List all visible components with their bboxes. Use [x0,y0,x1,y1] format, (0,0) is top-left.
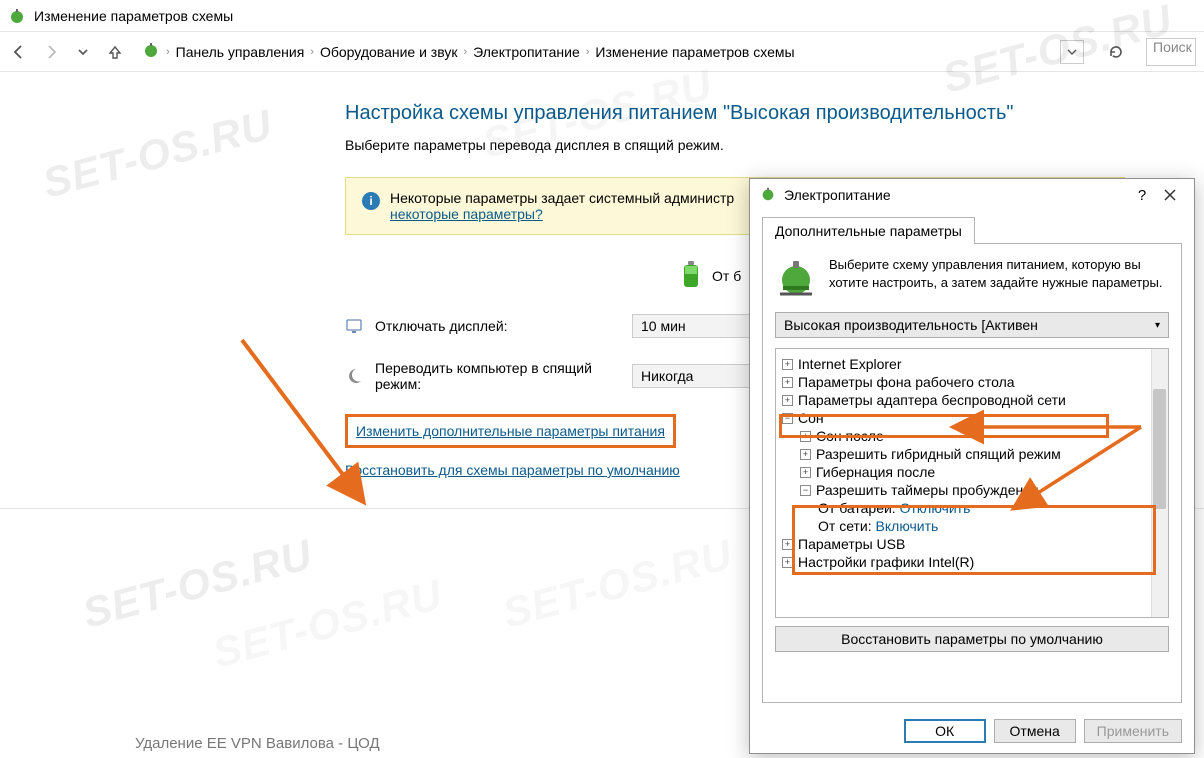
chevron-right-icon: › [310,46,314,58]
dialog-description: Выберите схему управления питанием, кото… [829,256,1169,298]
watermark: SET-OS.RU [78,530,318,637]
chevron-right-icon: › [463,46,467,58]
tab-panel: Выберите схему управления питанием, кото… [762,243,1182,703]
crumb-control-panel[interactable]: Панель управления [176,44,305,60]
tree-item-wake-ac[interactable]: От сети: Включить [776,517,1168,535]
crumb-hardware-sound[interactable]: Оборудование и звук [320,44,458,60]
sleep-label: Переводить компьютер в спящий режим: [375,360,620,392]
search-input[interactable]: Поиск [1146,38,1196,66]
nav-back-button[interactable] [8,41,30,63]
tab-strip: Дополнительные параметры [762,217,1182,244]
search-placeholder: Поиск [1153,39,1192,55]
chevron-right-icon: › [166,46,170,58]
wake-ac-value[interactable]: Включить [876,518,939,534]
expand-icon[interactable]: + [782,395,793,406]
battery-icon [680,259,702,292]
tree-item-hibernate-after[interactable]: +Гибернация после [776,463,1168,481]
dialog-title: Электропитание [784,187,891,203]
tree-item-hybrid-sleep[interactable]: +Разрешить гибридный спящий режим [776,445,1168,463]
apply-button[interactable]: Применить [1084,719,1182,743]
watermark: SET-OS.RU [498,530,738,637]
crumb-edit-plan[interactable]: Изменение параметров схемы [595,44,794,60]
crumb-power-options[interactable]: Электропитание [473,44,580,60]
tree-item-sleep[interactable]: −Сон [776,409,1168,427]
tree-item-wake-timers[interactable]: −Разрешить таймеры пробуждения [776,481,1168,499]
bottom-stray-text: Удаление EE VPN Вавилова - ЦОД [135,735,380,752]
expand-icon[interactable]: + [800,431,811,442]
on-battery-label: От б [712,268,741,284]
expand-icon[interactable]: + [782,377,793,388]
power-plan-value: Высокая производительность [Активен [784,317,1038,333]
restore-defaults-link[interactable]: Восстановить для схемы параметры по умол… [345,462,680,478]
expand-icon[interactable]: + [782,557,793,568]
info-icon: i [362,192,380,210]
tree-scrollbar[interactable] [1151,349,1168,617]
sleep-select[interactable]: Никогда [632,364,752,388]
monitor-icon [345,317,363,335]
page-subtitle: Выберите параметры перевода дисплея в сп… [345,137,1204,153]
breadcrumb-icon [142,41,160,62]
breadcrumb: › Панель управления › Оборудование и зву… [136,40,1084,64]
tree-item-wake-battery[interactable]: От батареи: Отключить [776,499,1168,517]
scrollbar-thumb[interactable] [1153,389,1166,509]
dialog-button-row: ОК Отмена Применить [904,719,1182,743]
display-off-label: Отключать дисплей: [375,318,620,334]
chevron-down-icon: ▾ [1155,320,1160,331]
tree-item-ie[interactable]: +Internet Explorer [776,355,1168,373]
breadcrumb-dropdown[interactable] [1060,40,1084,64]
expand-icon[interactable]: + [800,467,811,478]
tree-item-usb[interactable]: +Параметры USB [776,535,1168,553]
collapse-icon[interactable]: − [800,485,811,496]
expand-icon[interactable]: + [782,539,793,550]
collapse-icon[interactable]: − [782,413,793,424]
help-button[interactable]: ? [1128,181,1156,209]
watermark: SET-OS.RU [208,570,448,677]
page-title: Настройка схемы управления питанием "Выс… [345,102,1204,125]
expand-icon[interactable]: + [782,359,793,370]
nav-history-dropdown[interactable] [72,41,94,63]
tab-advanced[interactable]: Дополнительные параметры [762,217,975,244]
nav-bar: › Панель управления › Оборудование и зву… [0,32,1204,72]
display-off-select[interactable]: 10 мин [632,314,752,338]
tree-item-wifi[interactable]: +Параметры адаптера беспроводной сети [776,391,1168,409]
chevron-right-icon: › [586,46,590,58]
nav-forward-button[interactable] [40,41,62,63]
power-plan-select[interactable]: Высокая производительность [Активен ▾ [775,312,1169,338]
power-options-icon [8,7,26,25]
change-advanced-link[interactable]: Изменить дополнительные параметры питани… [356,423,665,439]
tree-item-intel-graphics[interactable]: +Настройки графики Intel(R) [776,553,1168,571]
advanced-settings-highlight: Изменить дополнительные параметры питани… [345,414,676,448]
window-titlebar: Изменение параметров схемы [0,0,1204,32]
notice-text: Некоторые параметры задает системный адм… [390,190,734,206]
tree-item-desktop-bg[interactable]: +Параметры фона рабочего стола [776,373,1168,391]
dialog-titlebar: Электропитание ? [750,179,1194,211]
close-button[interactable] [1156,181,1184,209]
notice-link[interactable]: некоторые параметры? [390,206,543,222]
ok-button[interactable]: ОК [904,719,986,743]
power-plan-icon [775,256,817,298]
settings-tree: +Internet Explorer +Параметры фона рабоч… [775,348,1169,618]
nav-up-button[interactable] [104,41,126,63]
refresh-button[interactable] [1102,38,1130,66]
cancel-button[interactable]: Отмена [994,719,1076,743]
power-options-icon [760,186,776,205]
advanced-power-dialog: Электропитание ? Дополнительные параметр… [749,178,1195,754]
tree-item-sleep-after[interactable]: +Сон после [776,427,1168,445]
wake-battery-value[interactable]: Отключить [900,500,971,516]
moon-icon [345,367,363,385]
restore-defaults-button[interactable]: Восстановить параметры по умолчанию [775,626,1169,652]
expand-icon[interactable]: + [800,449,811,460]
window-title: Изменение параметров схемы [34,8,233,24]
